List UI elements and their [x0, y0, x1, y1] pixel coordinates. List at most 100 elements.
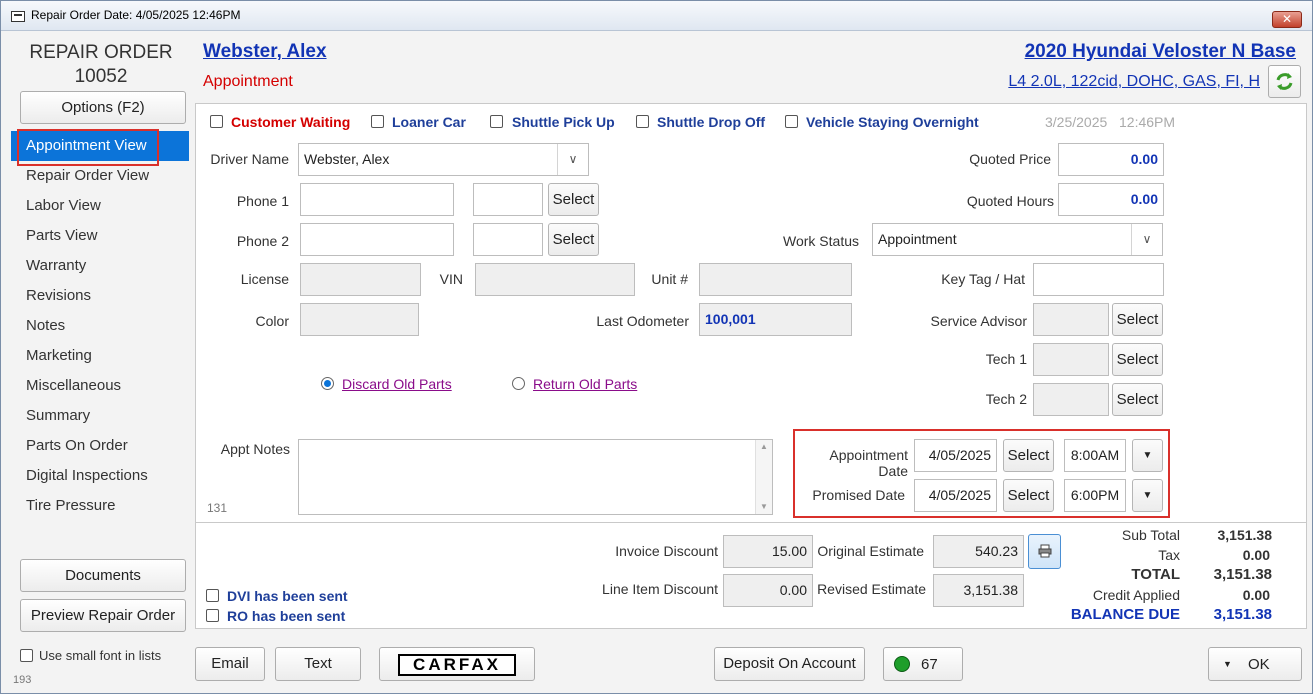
balance-due-label: BALANCE DUE [1070, 606, 1180, 623]
close-button[interactable]: ✕ [1272, 11, 1302, 28]
customer-waiting-checkbox[interactable] [210, 115, 223, 128]
scroll-down-icon[interactable]: ▼ [760, 502, 768, 512]
scroll-up-icon[interactable]: ▲ [760, 442, 768, 452]
quoted-price-input[interactable]: 0.00 [1058, 143, 1164, 176]
nav-marketing[interactable]: Marketing [11, 341, 189, 371]
sub-total-value: 3,151.38 [1217, 527, 1273, 543]
phone1-select-button[interactable]: Select [548, 183, 599, 216]
credit-applied-value: 0.00 [1242, 587, 1270, 603]
shuttle-drop-off-checkbox[interactable] [636, 115, 649, 128]
repair-order-number: 10052 [74, 66, 128, 87]
appointment-date-label: Appointment Date [829, 447, 908, 479]
nav-summary[interactable]: Summary [11, 401, 189, 431]
small-font-checkbox[interactable] [20, 649, 33, 662]
small-font-label: Use small font in lists [39, 648, 162, 663]
vehicle-link[interactable]: 2020 Hyundai Veloster N Base [1025, 41, 1296, 63]
quoted-hours-input[interactable]: 0.00 [1058, 183, 1164, 216]
promised-date-label: Promised Date [812, 487, 905, 503]
refresh-button[interactable] [1268, 65, 1301, 98]
discard-old-parts-radio[interactable] [321, 377, 334, 390]
print-estimate-button[interactable] [1028, 534, 1061, 569]
notes-char-counter: 131 [207, 501, 228, 515]
dvi-sent-label: DVI has been sent [227, 588, 348, 604]
promised-time-dropdown-button[interactable]: ▼ [1132, 479, 1163, 512]
nav-repair-order-view[interactable]: Repair Order View [11, 161, 189, 191]
appointment-date-input[interactable]: 4/05/2025 [914, 439, 997, 472]
nav-revisions[interactable]: Revisions [11, 281, 189, 311]
shuttle-pick-up-checkbox[interactable] [490, 115, 503, 128]
total-value: 3,151.38 [1213, 566, 1272, 583]
loaner-car-checkbox[interactable] [371, 115, 384, 128]
work-status-dropdown[interactable]: Appointment ∨ [872, 223, 1163, 256]
email-button[interactable]: Email [195, 647, 265, 681]
engine-info-link[interactable]: L4 2.0L, 122cid, DOHC, GAS, FI, H [1008, 73, 1260, 91]
return-old-parts-radio[interactable] [512, 377, 525, 390]
appointment-time-input[interactable]: 8:00AM [1064, 439, 1126, 472]
appointment-time-dropdown-button[interactable]: ▼ [1132, 439, 1163, 472]
phone1-label: Phone 1 [236, 193, 289, 209]
repair-order-label: REPAIR ORDER [29, 42, 173, 63]
dvi-sent-checkbox[interactable] [206, 589, 219, 602]
loaner-car-label: Loaner Car [392, 114, 466, 130]
work-status-value: Appointment [878, 231, 957, 247]
chevron-down-icon: ∨ [557, 144, 588, 175]
customer-waiting-label: Customer Waiting [231, 114, 351, 130]
nav-tire-pressure[interactable]: Tire Pressure [11, 491, 189, 521]
driver-name-value: Webster, Alex [304, 151, 390, 167]
nav-miscellaneous[interactable]: Miscellaneous [11, 371, 189, 401]
nav-parts-on-order[interactable]: Parts On Order [11, 431, 189, 461]
promised-date-input[interactable]: 4/05/2025 [914, 479, 997, 512]
return-old-parts-label: Return Old Parts [533, 376, 638, 392]
quoted-price-label: Quoted Price [969, 151, 1051, 167]
repair-order-window: Repair Order Date: 4/05/2025 12:46PM ✕ R… [0, 0, 1313, 694]
tech2-input[interactable] [1033, 383, 1109, 416]
key-tag-input[interactable] [1033, 263, 1164, 296]
options-button[interactable]: Options (F2) [20, 91, 186, 124]
discard-old-parts-label: Discard Old Parts [342, 376, 452, 392]
phone2-ext-input[interactable] [473, 223, 543, 256]
credit-applied-label: Credit Applied [1092, 587, 1180, 603]
vin-input[interactable] [475, 263, 635, 296]
window-icon [11, 11, 25, 22]
driver-name-dropdown[interactable]: Webster, Alex ∨ [298, 143, 589, 176]
tech2-select-button[interactable]: Select [1112, 383, 1163, 416]
license-input[interactable] [300, 263, 421, 296]
nav-labor-view[interactable]: Labor View [11, 191, 189, 221]
vehicle-overnight-checkbox[interactable] [785, 115, 798, 128]
notes-scrollbar[interactable]: ▲ ▼ [755, 440, 772, 514]
sub-total-label: Sub Total [1121, 527, 1180, 543]
promised-time-input[interactable]: 6:00PM [1064, 479, 1126, 512]
promised-date-select-button[interactable]: Select [1003, 479, 1054, 512]
ro-status: Appointment [203, 73, 293, 90]
color-input[interactable] [300, 303, 419, 336]
ro-sent-checkbox[interactable] [206, 609, 219, 622]
nav-digital-inspections[interactable]: Digital Inspections [11, 461, 189, 491]
carfax-button[interactable]: CARFAX [379, 647, 535, 681]
service-advisor-label: Service Advisor [930, 313, 1027, 329]
shuttle-pick-up-label: Shuttle Pick Up [512, 114, 615, 130]
nav-notes[interactable]: Notes [11, 311, 189, 341]
tech2-label: Tech 2 [985, 391, 1027, 407]
preview-repair-order-button[interactable]: Preview Repair Order [20, 599, 186, 632]
status-indicator-button[interactable]: 67 [883, 647, 963, 681]
status-count: 67 [921, 656, 938, 673]
appointment-date-select-button[interactable]: Select [1003, 439, 1054, 472]
documents-button[interactable]: Documents [20, 559, 186, 592]
ok-button[interactable]: ▼ OK [1208, 647, 1302, 681]
tech1-select-button[interactable]: Select [1112, 343, 1163, 376]
service-advisor-select-button[interactable]: Select [1112, 303, 1163, 336]
tech1-input[interactable] [1033, 343, 1109, 376]
phone2-input[interactable] [300, 223, 454, 256]
phone1-input[interactable] [300, 183, 454, 216]
phone1-ext-input[interactable] [473, 183, 543, 216]
service-advisor-input[interactable] [1033, 303, 1109, 336]
appt-notes-textarea[interactable]: ▲ ▼ [298, 439, 773, 515]
nav-parts-view[interactable]: Parts View [11, 221, 189, 251]
phone2-select-button[interactable]: Select [548, 223, 599, 256]
nav-warranty[interactable]: Warranty [11, 251, 189, 281]
deposit-on-account-button[interactable]: Deposit On Account [714, 647, 865, 681]
customer-name-link[interactable]: Webster, Alex [203, 41, 327, 63]
text-button[interactable]: Text [275, 647, 361, 681]
unit-input[interactable] [699, 263, 852, 296]
color-label: Color [255, 313, 289, 329]
